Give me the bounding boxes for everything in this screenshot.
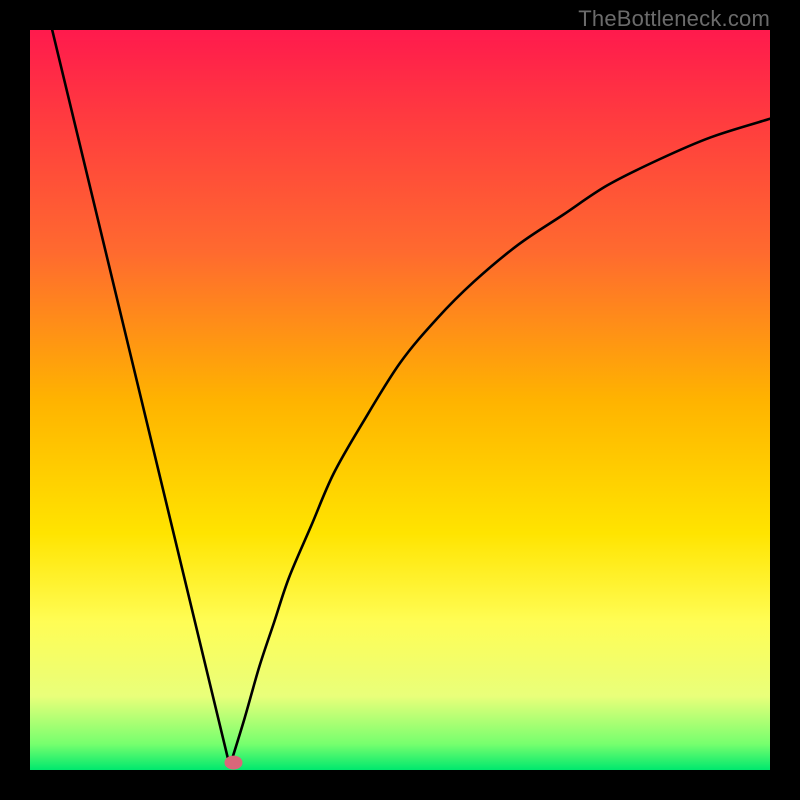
watermark-text: TheBottleneck.com [578,6,770,32]
chart-frame [30,30,770,770]
optimal-point-marker [225,756,243,770]
bottleneck-chart [30,30,770,770]
